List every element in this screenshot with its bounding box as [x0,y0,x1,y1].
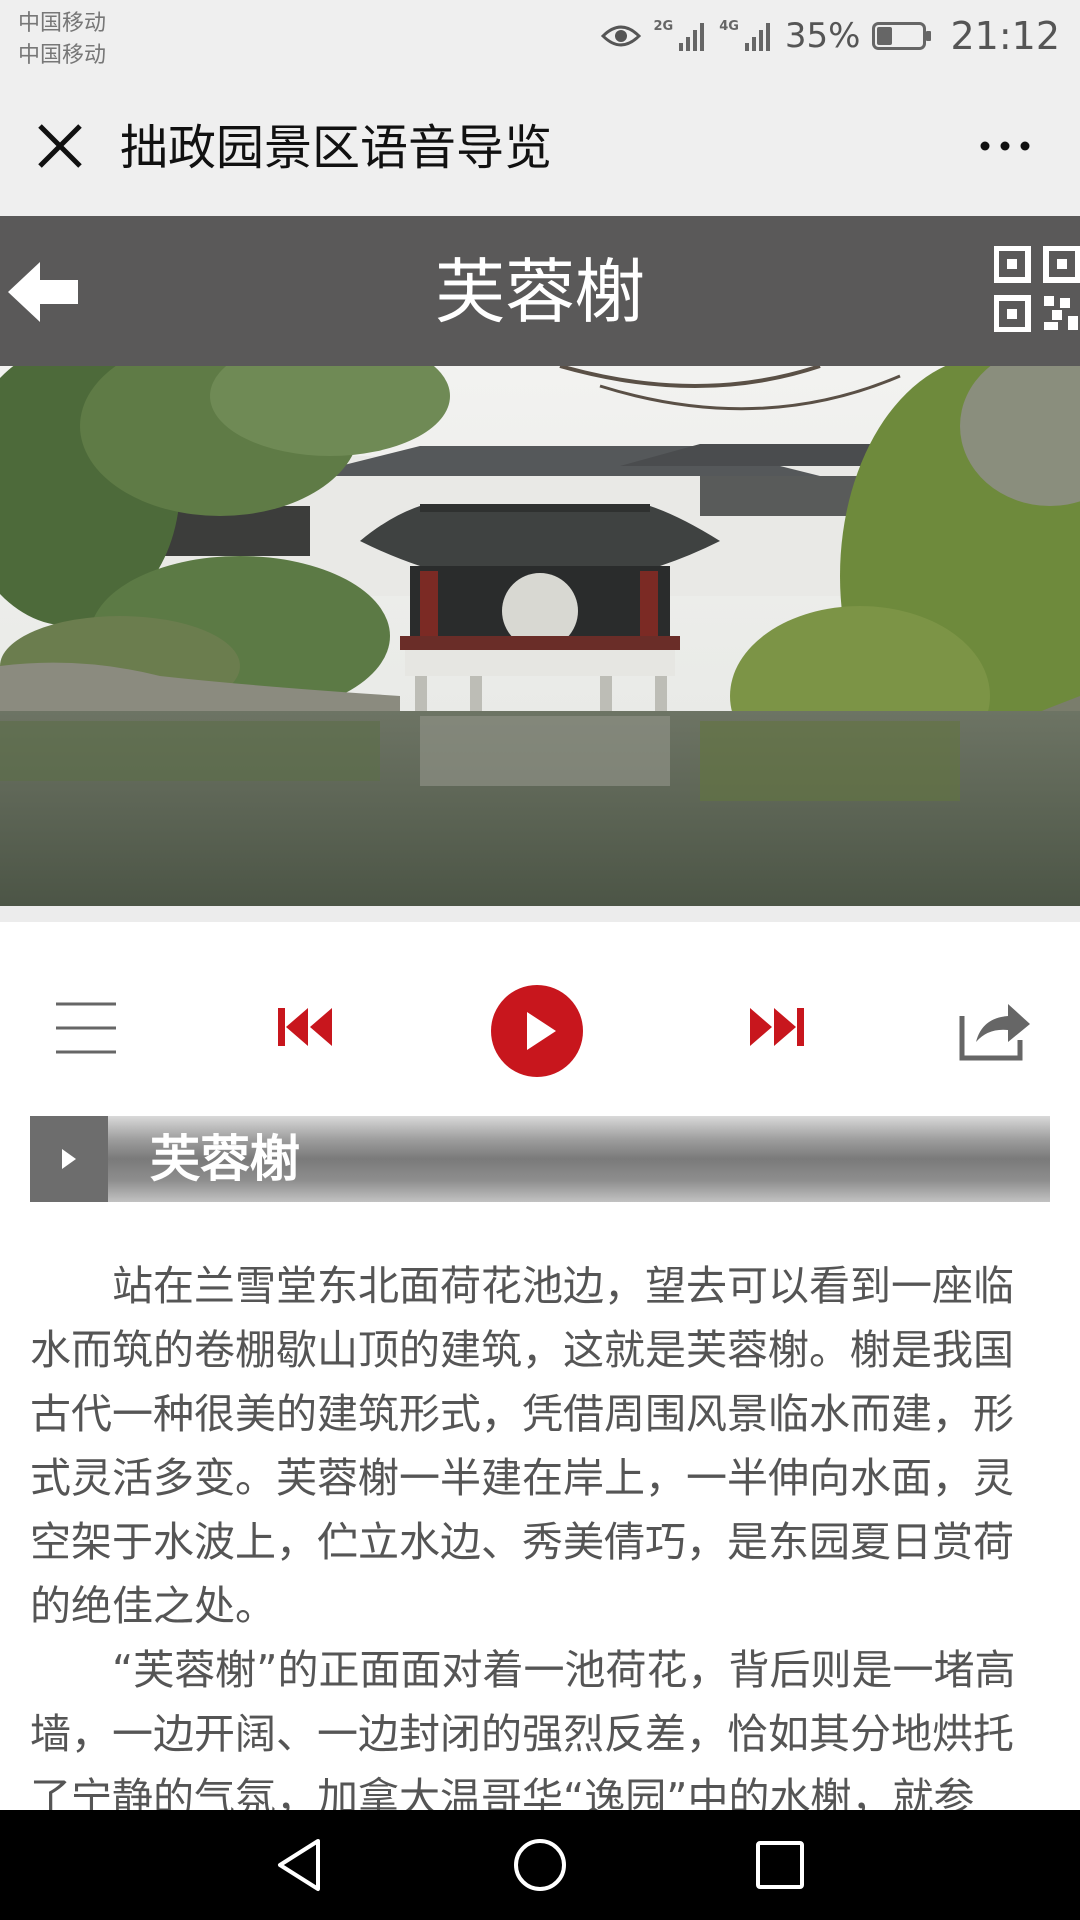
signal-1-icon [679,21,707,51]
qr-code-icon [993,245,1080,333]
section-title: 芙蓉榭 [150,1130,300,1188]
signal-2-icon [744,21,773,51]
status-bar: 中国移动 中国移动 2G 4G 35% 21:12 [0,0,1080,78]
sim1-network-label: 2G [653,18,674,34]
spot-header: 芙蓉榭 [0,216,1080,366]
pavilion-photo-image [0,366,1080,906]
previous-track-button[interactable] [276,1002,336,1052]
image-divider [0,906,1080,922]
carrier-1: 中国移动 [18,11,107,36]
page-title: 拙政园景区语音导览 [120,120,553,176]
sim2-network-label: 4G [719,18,739,34]
nav-home-button[interactable] [510,1835,570,1895]
next-track-icon [750,1008,804,1046]
spot-description: 站在兰雪堂东北面荷花池边，望去可以看到一座临水而筑的卷棚歇山顶的建筑，这就是芙蓉… [30,1254,1050,1810]
description-paragraph-1: 站在兰雪堂东北面荷花池边，望去可以看到一座临水而筑的卷棚歇山顶的建筑，这就是芙蓉… [30,1262,1014,1630]
battery-icon [872,21,932,51]
square-recent-icon [756,1841,804,1889]
next-track-button[interactable] [746,1002,806,1052]
share-button[interactable] [958,996,1034,1062]
qr-code-button[interactable] [993,245,1080,333]
battery-percent: 35% [784,16,861,56]
section-title-bar: 芙蓉榭 [30,1116,1050,1202]
system-navigation-bar [0,1810,1080,1920]
play-button[interactable] [490,984,584,1078]
playlist-menu-icon [56,1002,116,1054]
share-icon [959,1004,1030,1061]
carrier-2: 中国移动 [18,43,107,68]
status-icons: 2G 4G 35% 21:12 [601,14,1060,58]
clock: 21:12 [950,14,1060,58]
previous-track-icon [278,1008,332,1046]
triangle-back-icon [278,1839,320,1891]
play-icon [491,985,583,1077]
playlist-button[interactable] [54,996,118,1060]
close-button[interactable] [30,116,90,176]
description-paragraph-2: “芙蓉榭”的正面面对着一池荷花，背后则是一堵高墙，一边开阔、一边封闭的强烈反差，… [30,1646,1016,1810]
section-play-button[interactable] [30,1116,108,1202]
carrier-info: 中国移动 中国移动 [18,8,106,72]
spot-title: 芙蓉榭 [435,251,645,333]
close-icon [38,124,82,168]
spot-photo [0,366,1080,906]
small-play-icon [62,1149,76,1169]
title-bar: 拙政园景区语音导览 [0,78,1080,216]
audio-player-controls [0,960,1080,1100]
eye-comfort-icon [601,22,642,50]
nav-back-button[interactable] [270,1835,330,1895]
nav-recent-apps-button[interactable] [750,1835,810,1895]
more-options-button[interactable] [970,126,1040,166]
more-dots-icon [980,141,1030,151]
circle-home-icon [514,1839,566,1891]
